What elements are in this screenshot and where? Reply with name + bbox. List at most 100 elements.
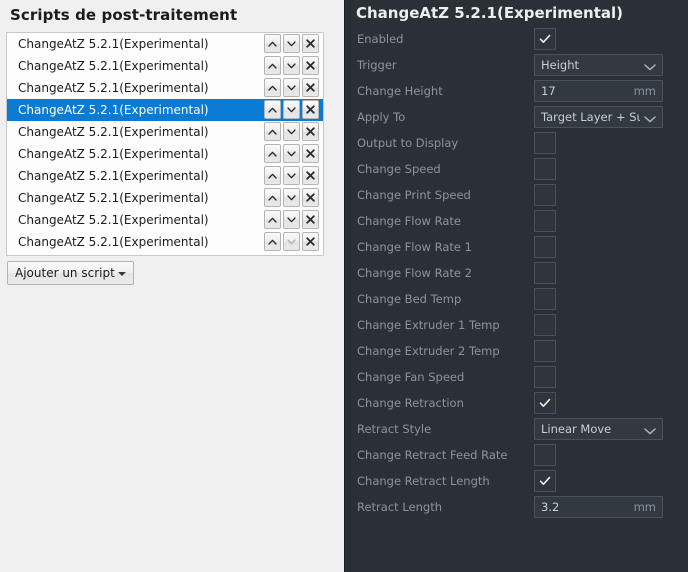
remove-script-button[interactable] [302,188,319,207]
setting-checkbox[interactable] [534,314,556,336]
move-up-button[interactable] [264,144,281,163]
setting-dropdown[interactable]: Target Layer + Su... [534,106,663,128]
script-list-item[interactable]: ChangeAtZ 5.2.1(Experimental) [7,231,323,253]
setting-label: Retract Length [357,500,442,514]
chevron-down-icon [287,194,296,201]
chevron-up-icon [268,107,277,113]
setting-checkbox[interactable] [534,262,556,284]
script-list-item[interactable]: ChangeAtZ 5.2.1(Experimental) [7,209,323,231]
script-item-controls [264,100,319,119]
setting-label: Change Fan Speed [357,370,465,384]
text-input-value: 17 [541,84,556,98]
setting-checkbox[interactable] [534,236,556,258]
setting-text-input[interactable]: 3.2 mm [534,496,663,518]
setting-label: Change Retraction [357,396,464,410]
chevron-up-icon [268,63,277,69]
remove-script-button[interactable] [302,166,319,185]
script-list-item[interactable]: ChangeAtZ 5.2.1(Experimental) [7,143,323,165]
close-x-icon [306,127,315,136]
setting-control [534,184,556,206]
setting-checkbox[interactable] [534,158,556,180]
setting-checkbox[interactable] [534,366,556,388]
move-down-button[interactable] [283,210,300,229]
script-item-label: ChangeAtZ 5.2.1(Experimental) [18,125,209,139]
remove-script-button[interactable] [302,78,319,97]
move-down-button[interactable] [283,232,300,251]
setting-checkbox[interactable] [534,470,556,492]
script-list-item[interactable]: ChangeAtZ 5.2.1(Experimental) [7,55,323,77]
remove-script-button[interactable] [302,100,319,119]
script-list[interactable]: ChangeAtZ 5.2.1(Experimental) ChangeAtZ 5… [6,32,324,256]
chevron-up-icon [268,85,277,91]
move-up-button[interactable] [264,78,281,97]
move-up-button[interactable] [264,166,281,185]
move-down-button[interactable] [283,122,300,141]
setting-checkbox[interactable] [534,340,556,362]
setting-label: Change Flow Rate [357,214,461,228]
setting-row: Change Extruder 2 Temp [345,338,688,364]
move-up-button[interactable] [264,100,281,119]
add-script-button[interactable]: Ajouter un script [7,261,134,285]
chevron-up-icon [268,41,277,47]
setting-label: Apply To [357,110,406,124]
remove-script-button[interactable] [302,232,319,251]
script-item-controls [264,188,319,207]
setting-dropdown[interactable]: Linear Move [534,418,663,440]
setting-control [534,132,556,154]
remove-script-button[interactable] [302,144,319,163]
script-item-controls [264,166,319,185]
setting-row: Apply To Target Layer + Su... [345,104,688,130]
chevron-up-icon [268,217,277,223]
setting-label: Enabled [357,32,404,46]
move-down-button[interactable] [283,34,300,53]
script-list-item[interactable]: ChangeAtZ 5.2.1(Experimental) [7,121,323,143]
remove-script-button[interactable] [302,56,319,75]
setting-label: Change Flow Rate 2 [357,266,472,280]
move-up-button[interactable] [264,188,281,207]
settings-panel-title: ChangeAtZ 5.2.1(Experimental) [356,4,623,22]
setting-checkbox[interactable] [534,132,556,154]
move-down-button[interactable] [283,166,300,185]
text-input-unit: mm [633,84,656,98]
setting-label: Change Retract Length [357,474,490,488]
script-list-item[interactable]: ChangeAtZ 5.2.1(Experimental) [7,187,323,209]
setting-dropdown[interactable]: Height [534,54,663,76]
script-item-label: ChangeAtZ 5.2.1(Experimental) [18,213,209,227]
setting-checkbox[interactable] [534,184,556,206]
move-down-button[interactable] [283,188,300,207]
remove-script-button[interactable] [302,122,319,141]
script-list-item[interactable]: ChangeAtZ 5.2.1(Experimental) [7,99,323,121]
setting-row: Enabled [345,26,688,52]
setting-checkbox[interactable] [534,288,556,310]
chevron-down-icon [287,172,296,179]
move-down-button[interactable] [283,56,300,75]
setting-label: Trigger [357,58,397,72]
setting-control [534,210,556,232]
chevron-down-icon [287,84,296,91]
setting-row: Retract Style Linear Move [345,416,688,442]
script-list-item[interactable]: ChangeAtZ 5.2.1(Experimental) [7,165,323,187]
script-item-label: ChangeAtZ 5.2.1(Experimental) [18,103,209,117]
setting-label: Change Extruder 1 Temp [357,318,500,332]
move-up-button[interactable] [264,122,281,141]
setting-checkbox[interactable] [534,210,556,232]
move-up-button[interactable] [264,34,281,53]
move-down-button[interactable] [283,144,300,163]
setting-label: Change Retract Feed Rate [357,448,508,462]
move-up-button[interactable] [264,232,281,251]
setting-checkbox[interactable] [534,28,556,50]
move-up-button[interactable] [264,210,281,229]
setting-checkbox[interactable] [534,444,556,466]
remove-script-button[interactable] [302,34,319,53]
setting-text-input[interactable]: 17 mm [534,80,663,102]
script-list-item[interactable]: ChangeAtZ 5.2.1(Experimental) [7,77,323,99]
move-down-button[interactable] [283,100,300,119]
setting-checkbox[interactable] [534,392,556,414]
text-input-unit: mm [633,500,656,514]
setting-control [534,158,556,180]
move-up-button[interactable] [264,56,281,75]
remove-script-button[interactable] [302,210,319,229]
move-down-button[interactable] [283,78,300,97]
setting-row: Change Fan Speed [345,364,688,390]
script-list-item[interactable]: ChangeAtZ 5.2.1(Experimental) [7,33,323,55]
